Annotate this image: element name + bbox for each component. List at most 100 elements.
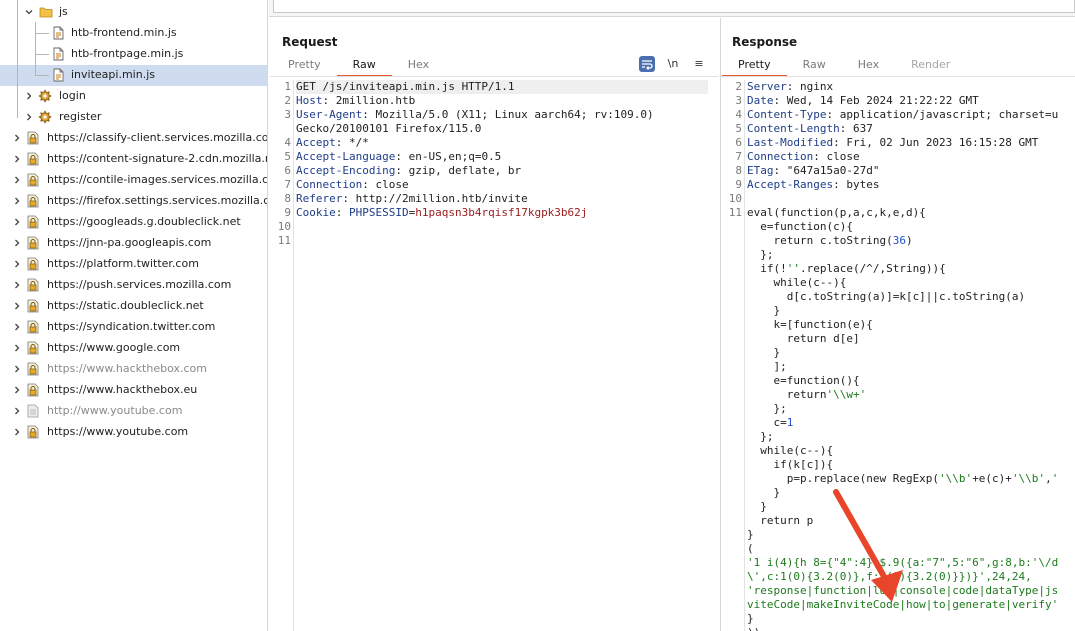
tree-item-label: https://syndication.twitter.com [47,320,216,333]
response-title: Response [732,35,798,49]
chevron-right-icon[interactable] [24,112,34,122]
tree-item[interactable]: https://push.services.mozilla.com [0,275,267,296]
response-body-line: }; [747,248,774,261]
chevron-right-icon[interactable] [12,154,22,164]
tree-item[interactable]: inviteapi.min.js [0,65,267,86]
top-toolbar-strip [269,0,1075,17]
header-value: 2million.htb [335,94,416,107]
header-separator: : [773,94,787,107]
tree-item[interactable]: js [0,2,267,23]
response-body-line: } [747,612,754,625]
chevron-right-icon[interactable] [12,280,22,290]
tree-item[interactable]: https://platform.twitter.com [0,254,267,275]
tree-item-label: https://classify-client.services.mozilla… [47,131,268,144]
tree-item[interactable]: login [0,86,267,107]
response-body-line: }; [747,430,774,443]
tree-item[interactable]: htb-frontpage.min.js [0,44,267,65]
tree-item[interactable]: register [0,107,267,128]
tree-item[interactable]: https://syndication.twitter.com [0,317,267,338]
locked-site-icon [26,236,40,250]
response-header-line: Connection: close [747,150,1058,164]
header-name: Host [296,94,323,107]
line-number: 4 [284,136,291,149]
request-line: User-Agent: Mozilla/5.0 (X11; Linux aarc… [296,108,708,122]
chevron-right-icon[interactable] [12,385,22,395]
tree-item[interactable]: https://firefox.settings.services.mozill… [0,191,267,212]
tree-item-label: htb-frontend.min.js [71,26,177,39]
tree-item[interactable]: http://www.youtube.com [0,401,267,422]
response-body-line: } [747,500,767,513]
tree-item[interactable]: https://www.hackthebox.com [0,359,267,380]
chevron-right-icon[interactable] [12,238,22,248]
header-name: Accept-Encoding [296,164,396,177]
request-editor[interactable]: 1 2 3 4 5 6 7 8 9 10 11 GET /js/inviteapi.min.js H… [270,80,718,631]
locked-site-icon [26,131,40,145]
response-body-line: k=[function(e){ [747,318,873,331]
cookie-value: h1paqsn3b4rqisf17kgpk3b62j [415,206,588,219]
tree-item[interactable]: htb-frontend.min.js [0,23,267,44]
tab-request-pretty[interactable]: Pretty [272,57,337,77]
tab-response-hex[interactable]: Hex [842,57,895,77]
response-editor[interactable]: 2 3 4 5 6 7 8 9 10 11 Server: nginx Date: Wed, 14 … [721,80,1075,631]
request-line-text: Gecko/20100101 Firefox/115.0 [296,122,482,135]
line-number: 3 [284,108,291,121]
site-map-tree: js htb-frontend.min.js htb-frontpage.min.j… [0,0,268,631]
menu-icon[interactable]: ≡ [691,56,707,72]
tree-item-label: login [59,89,86,102]
tree-item[interactable]: https://content-signature-2.cdn.mozilla.… [0,149,267,170]
locked-site-icon [26,173,40,187]
tree-item[interactable]: https://jnn-pa.googleapis.com [0,233,267,254]
line-number: 1 [284,80,291,93]
tab-response-raw[interactable]: Raw [787,57,842,77]
chevron-right-icon[interactable] [12,364,22,374]
response-body-line: }; [747,402,787,415]
tree-item[interactable]: https://classify-client.services.mozilla… [0,128,267,149]
header-separator: : [395,164,409,177]
tab-request-raw[interactable]: Raw [336,57,392,77]
tree-item-label: js [59,5,68,18]
response-header-line: Server: nginx [747,80,1058,94]
chevron-right-icon[interactable] [12,301,22,311]
tree-item[interactable]: https://www.google.com [0,338,267,359]
chevron-down-icon[interactable] [24,7,34,17]
chevron-right-icon[interactable] [12,196,22,206]
newline-toggle-button[interactable]: \n [665,56,681,72]
chevron-right-icon[interactable] [12,322,22,332]
tree-item[interactable]: https://www.youtube.com [0,422,267,443]
cookie-name: PHPSESSID [349,206,409,219]
response-body-line: } [747,346,781,359]
page-icon [26,404,40,418]
chevron-right-icon[interactable] [12,217,22,227]
gear-icon [38,110,52,124]
tree-item[interactable]: https://contile-images.services.mozilla.… [0,170,267,191]
chevron-right-icon[interactable] [24,91,34,101]
header-name: Date [747,94,774,107]
response-tabs: Pretty Raw Hex Render [722,57,966,77]
chevron-right-icon[interactable] [12,133,22,143]
tab-response-pretty[interactable]: Pretty [722,57,787,77]
chevron-right-icon[interactable] [12,427,22,437]
chevron-right-icon[interactable] [12,259,22,269]
chevron-right-icon[interactable] [12,175,22,185]
tab-response-render[interactable]: Render [895,57,966,77]
response-body-line: e=function(c){ [747,220,853,233]
locked-site-icon [26,362,40,376]
tree-item[interactable]: https://static.doubleclick.net [0,296,267,317]
request-tabs: Pretty Raw Hex [272,57,445,77]
top-input-strip [273,0,1075,13]
locked-site-icon [26,257,40,271]
gear-icon [38,89,52,103]
tree-item-label: https://platform.twitter.com [47,257,199,270]
line-number: 9 [735,178,742,191]
tab-request-hex[interactable]: Hex [392,57,445,77]
response-tab-divider [721,76,1075,77]
tree-item[interactable]: https://googleads.g.doubleclick.net [0,212,267,233]
word-wrap-icon[interactable] [639,56,655,72]
chevron-right-icon[interactable] [12,343,22,353]
chevron-right-icon[interactable] [12,406,22,416]
response-body-line: p=p.replace(new RegExp('\\b'+e(c)+'\\b',… [747,472,1059,485]
response-body-line: 'response|function|log|console|code|data… [747,584,1059,597]
tree-guide-line [35,22,36,75]
tree-item[interactable]: https://www.hackthebox.eu [0,380,267,401]
request-line: Cookie: PHPSESSID=h1paqsn3b4rqisf17kgpk3… [296,206,708,220]
